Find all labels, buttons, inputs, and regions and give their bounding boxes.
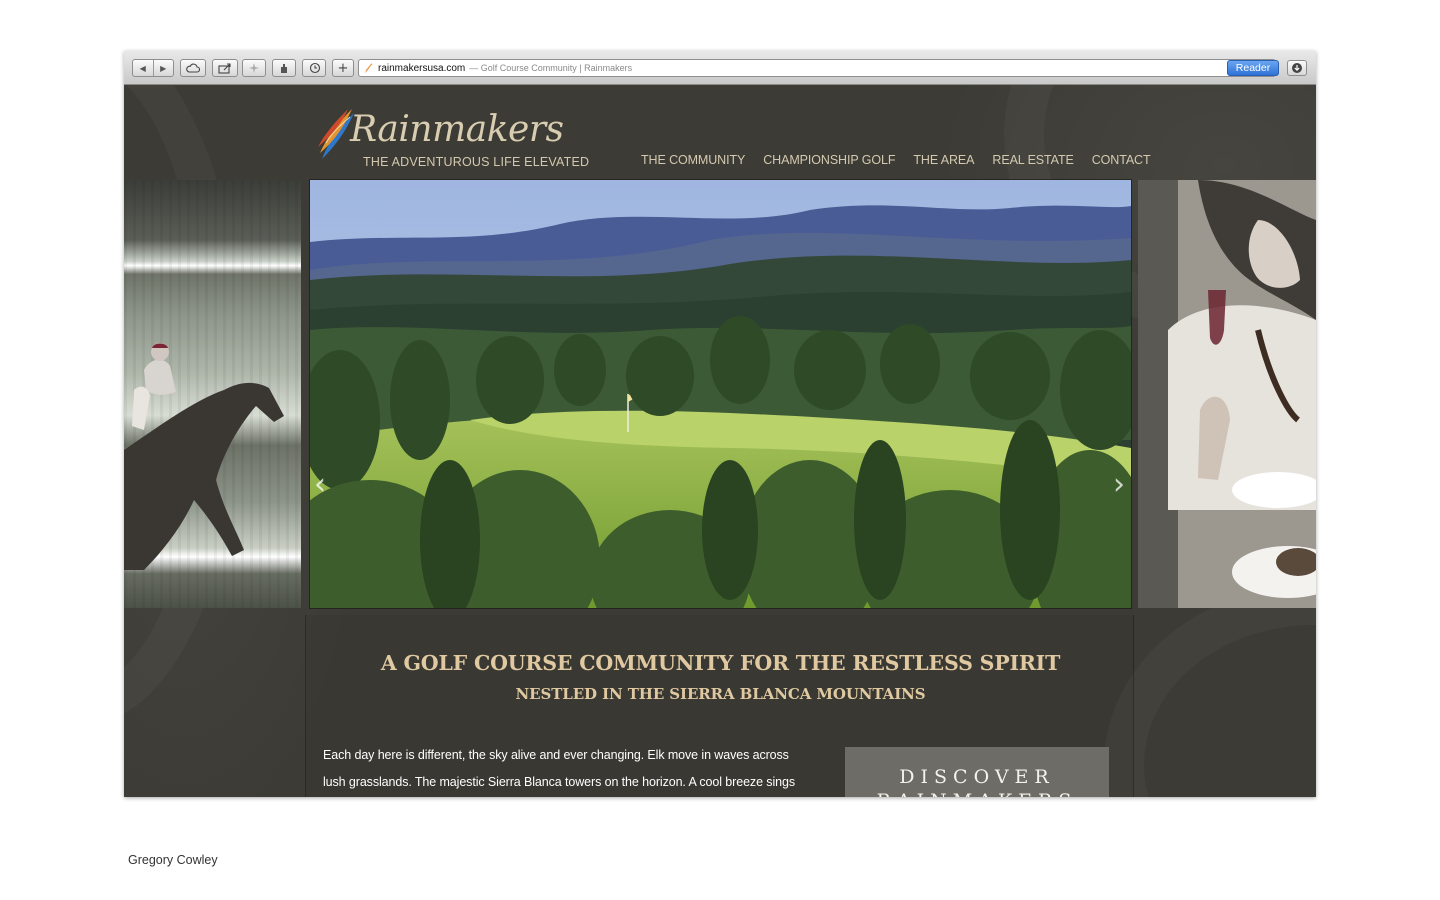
dining-woman-image <box>1138 180 1316 608</box>
discover-label: DISCOVER RAINMAKERS <box>845 765 1109 797</box>
slider-next-arrow[interactable]: › <box>1113 470 1125 500</box>
hero-slide-golf-course[interactable]: ‹ › <box>310 180 1131 608</box>
slide-preview-horse-racing[interactable] <box>124 180 301 608</box>
site-logo[interactable]: Rainmakers THE ADVENTUROUS LIFE ELEVATED <box>316 103 616 173</box>
forward-button[interactable]: ▶ <box>152 60 174 76</box>
back-button[interactable]: ◀ <box>133 60 153 76</box>
nav-link-contact[interactable]: CONTACT <box>1092 153 1151 167</box>
puzzle-icon <box>249 63 259 73</box>
intro-body-line: lush grasslands. The majestic Sierra Bla… <box>323 775 795 789</box>
slide-preview-fine-dining[interactable] <box>1138 180 1316 608</box>
logo-wordmark: Rainmakers <box>350 109 564 150</box>
golf-landscape-image <box>310 180 1131 608</box>
history-icon <box>309 62 320 74</box>
reader-button[interactable]: Reader <box>1227 60 1279 76</box>
address-bar[interactable]: rainmakersusa.com — Golf Course Communit… <box>358 59 1276 77</box>
share-button[interactable] <box>212 59 238 77</box>
browser-toolbar: ◀ ▶ + rainmakersusa.com — Golf Course Co… <box>124 51 1316 85</box>
nav-link-championship-golf[interactable]: CHAMPIONSHIP GOLF <box>763 153 895 167</box>
author-credit: Gregory Cowley <box>128 853 218 867</box>
hand-icon <box>281 64 287 73</box>
add-bookmark-button[interactable]: + <box>332 59 354 77</box>
cloud-icon <box>186 63 200 73</box>
icloud-button[interactable] <box>180 59 206 77</box>
intro-body-line: Each day here is different, the sky aliv… <box>323 748 789 762</box>
intro-section: A GOLF COURSE COMMUNITY FOR THE RESTLESS… <box>305 615 1134 797</box>
nav-link-the-area[interactable]: THE AREA <box>913 153 974 167</box>
racehorse-image <box>124 343 284 570</box>
intro-headline: A GOLF COURSE COMMUNITY FOR THE RESTLESS… <box>380 651 1061 675</box>
intro-subheadline: NESTLED IN THE SIERRA BLANCA MOUNTAINS <box>515 685 926 703</box>
web-page: Rainmakers THE ADVENTUROUS LIFE ELEVATED… <box>124 85 1316 797</box>
nav-link-the-community[interactable]: THE COMMUNITY <box>641 153 745 167</box>
hand-button[interactable] <box>272 59 296 77</box>
slider-prev-arrow[interactable]: ‹ <box>314 470 326 500</box>
downloads-button[interactable] <box>1287 60 1307 76</box>
main-nav: THE COMMUNITY CHAMPIONSHIP GOLF THE AREA… <box>641 153 1151 167</box>
back-forward-buttons: ◀ ▶ <box>132 59 174 77</box>
url-domain: rainmakersusa.com <box>378 62 466 74</box>
feather-favicon-icon <box>365 63 373 73</box>
download-icon <box>1292 63 1302 73</box>
share-icon <box>218 62 231 74</box>
discover-line: RAINMAKERS <box>845 789 1109 797</box>
browser-window: ◀ ▶ + rainmakersusa.com — Golf Course Co… <box>124 51 1316 797</box>
discover-line: DISCOVER <box>899 766 1055 788</box>
page-title: — Golf Course Community | Rainmakers <box>469 63 633 73</box>
background-swirl <box>1104 585 1316 797</box>
discover-rainmakers-button[interactable]: DISCOVER RAINMAKERS <box>845 747 1109 797</box>
intro-body: Each day here is different, the sky aliv… <box>323 742 823 796</box>
nav-link-real-estate[interactable]: REAL ESTATE <box>992 153 1073 167</box>
site-tagline: THE ADVENTUROUS LIFE ELEVATED <box>363 155 590 169</box>
extension-button[interactable] <box>242 59 266 77</box>
history-button[interactable] <box>302 59 326 77</box>
